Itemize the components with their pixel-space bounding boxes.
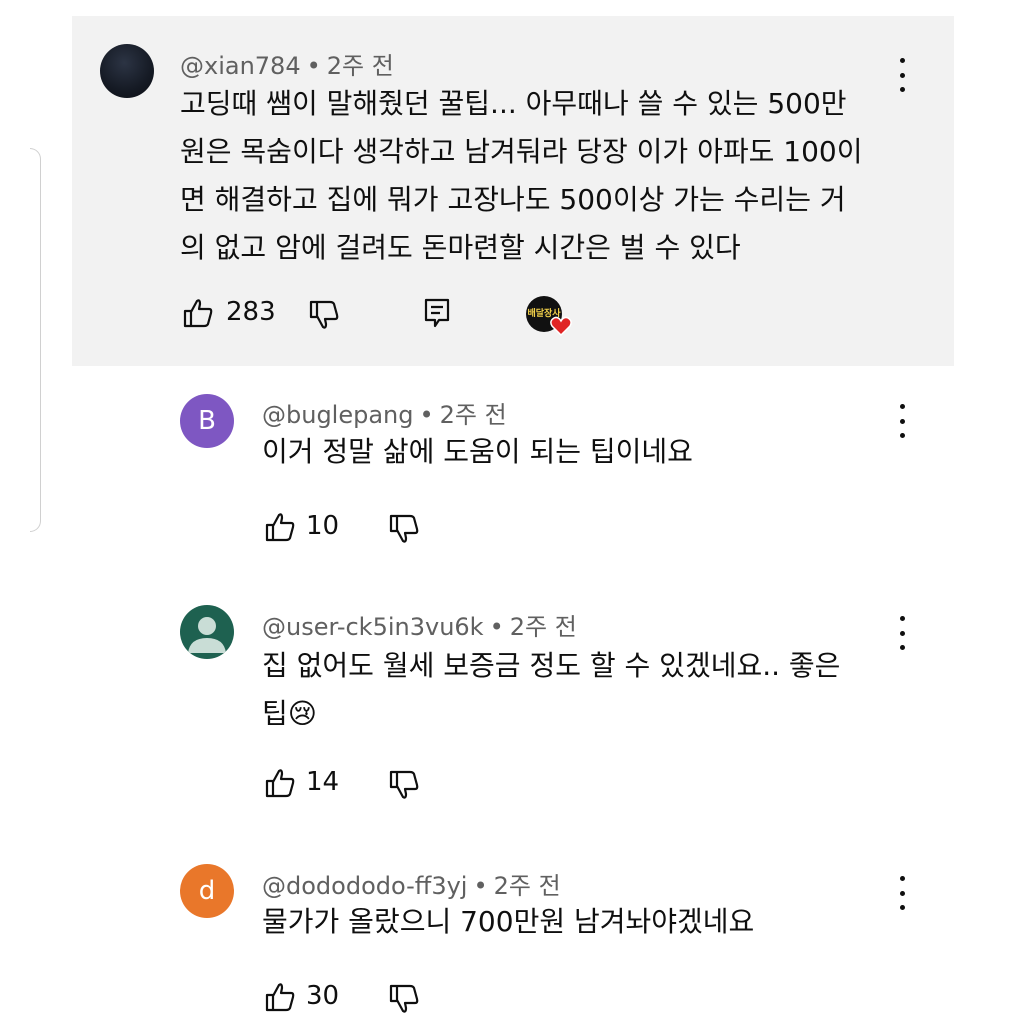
timestamp[interactable]: 2주 전 (440, 401, 507, 429)
more-options-icon[interactable] (892, 58, 912, 92)
username[interactable]: @user-ck5in3vu6k (262, 613, 484, 641)
like-count: 283 (226, 297, 276, 327)
username[interactable]: @dodododo-ff3yj (262, 872, 467, 900)
dislike-icon[interactable] (388, 984, 420, 1014)
separator: • (489, 613, 504, 641)
default-user-icon (188, 617, 226, 653)
side-rail (30, 148, 41, 532)
avatar[interactable]: d (180, 864, 234, 918)
more-options-icon[interactable] (892, 404, 912, 438)
dislike-icon[interactable] (388, 514, 420, 544)
timestamp[interactable]: 2주 전 (494, 872, 561, 900)
comment-line: 물가가 올랐으니 700만원 남겨놔야겠네요 (262, 905, 755, 938)
comment-text: 집 없어도 월세 보증금 정도 할 수 있겠네요.. 좋은 팁😢 (262, 642, 840, 738)
comment-line: 이거 정말 삶에 도움이 되는 팁이네요 (262, 435, 693, 468)
like-icon[interactable] (264, 768, 296, 798)
comment-line: 고딩때 쌤이 말해줬던 꿀팁... 아무때나 쓸 수 있는 500만 (180, 87, 847, 120)
comment-line: 집 없어도 월세 보증금 정도 할 수 있겠네요.. 좋은 (262, 649, 841, 682)
like-icon[interactable] (182, 298, 214, 328)
comment-meta: @xian784 • 2주 전 (180, 46, 394, 81)
comment-meta: @user-ck5in3vu6k • 2주 전 (262, 607, 577, 642)
comment-text: 이거 정말 삶에 도움이 되는 팁이네요 (262, 428, 693, 476)
like-icon[interactable] (264, 982, 296, 1012)
like-count: 10 (306, 511, 340, 541)
comment-meta: @dodododo-ff3yj • 2주 전 (262, 866, 561, 901)
username[interactable]: @buglepang (262, 401, 414, 429)
comment-text: 고딩때 쌤이 말해줬던 꿀팁... 아무때나 쓸 수 있는 500만 원은 목숨… (180, 80, 862, 272)
username[interactable]: @xian784 (180, 52, 301, 80)
comment-line: 면 해결하고 집에 뭐가 고장나도 500이상 가는 수리는 거 (180, 183, 846, 216)
heart-icon (550, 316, 572, 336)
more-options-icon[interactable] (892, 616, 912, 650)
avatar[interactable]: B (180, 394, 234, 448)
like-count: 30 (306, 981, 340, 1011)
separator: • (306, 52, 321, 80)
dislike-icon[interactable] (308, 300, 340, 330)
like-count: 14 (306, 767, 340, 797)
dislike-icon[interactable] (388, 770, 420, 800)
separator: • (419, 401, 434, 429)
separator: • (473, 872, 488, 900)
timestamp[interactable]: 2주 전 (510, 613, 577, 641)
reply-icon[interactable] (424, 298, 450, 328)
comment-line: 팁😢 (262, 697, 317, 730)
comment-meta: @buglepang • 2주 전 (262, 395, 507, 430)
avatar-letter: d (198, 876, 216, 906)
avatar-letter: B (198, 406, 216, 436)
like-icon[interactable] (264, 512, 296, 542)
comment-line: 의 없고 암에 걸려도 돈마련할 시간은 벌 수 있다 (180, 231, 741, 264)
comment-text: 물가가 올랐으니 700만원 남겨놔야겠네요 (262, 898, 754, 946)
more-options-icon[interactable] (892, 876, 912, 910)
avatar[interactable] (180, 605, 234, 659)
timestamp[interactable]: 2주 전 (327, 52, 394, 80)
avatar[interactable] (100, 44, 154, 98)
comment-line: 원은 목숨이다 생각하고 남겨둬라 당장 이가 아파도 100이 (180, 135, 863, 168)
